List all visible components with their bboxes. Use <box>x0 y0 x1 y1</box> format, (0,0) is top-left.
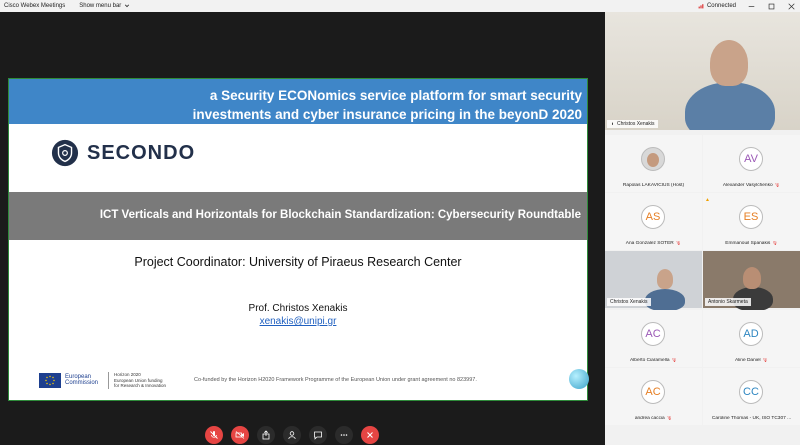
person-body <box>645 289 685 311</box>
avatar: AC <box>641 380 665 404</box>
chat-icon <box>314 431 322 440</box>
participant-name: Caroline Thomas - UK, ISO TC307 ... <box>711 416 792 421</box>
avatar: AC <box>641 322 665 346</box>
event-band: ICT Verticals and Horizontals for Blockc… <box>9 192 587 240</box>
participants-button[interactable] <box>283 426 301 444</box>
close-icon <box>367 432 373 438</box>
participants-panel: Christos Xenakis Rapolas LAKAVIČIUS (Hos… <box>605 12 800 445</box>
person-head <box>743 267 761 289</box>
participant-tile[interactable]: ▲ ES Emmanouil Spanakis 🎙 <box>703 193 800 250</box>
shield-lock-icon <box>51 139 79 167</box>
participant-name: andrea caccia 🎙 <box>634 416 673 421</box>
project-coordinator: Project Coordinator: University of Pirae… <box>134 255 462 269</box>
ec-line2: Commission <box>65 380 99 387</box>
chevron-down-icon <box>125 4 130 8</box>
avatar: AV <box>739 147 763 171</box>
participant-label: Antonio Skarmeta <box>705 298 751 306</box>
participant-video-tile[interactable]: Antonio Skarmeta <box>703 251 800 311</box>
avatar: AD <box>739 322 763 346</box>
microphone-off-icon <box>210 431 218 439</box>
shared-slide: a Security ECONomics service platform fo… <box>8 78 589 401</box>
warning-icon: ▲ <box>705 197 710 203</box>
leave-meeting-button[interactable] <box>361 426 379 444</box>
participant-tile[interactable]: AV Alexander Vasylchenko 🎙 <box>703 135 800 192</box>
avatar <box>641 147 665 171</box>
participant-video-tile[interactable]: Christos Xenakis <box>605 251 702 311</box>
slide-footer: European Commission Horizon 2020 Europea… <box>39 372 477 389</box>
minimize-icon <box>748 5 754 7</box>
video-button[interactable] <box>231 426 249 444</box>
participant-name: Emmanouil Spanakis 🎙 <box>725 241 778 246</box>
signal-icon <box>698 4 704 9</box>
title-bar: Cisco Webex Meetings Show menu bar Conne… <box>0 0 800 12</box>
menu-label: Show menu bar <box>79 3 122 9</box>
participant-tile[interactable]: Rapolas LAKAVIČIUS (Host) <box>605 135 702 192</box>
avatar: AS <box>641 205 665 229</box>
brand-name: SECONDO <box>87 141 196 164</box>
loading-orb-icon <box>569 369 589 389</box>
participant-name: Aline Daniel 🎙 <box>734 358 769 363</box>
h2020-line3: for Research & Innovation <box>114 383 167 388</box>
horizon-2020-text: Horizon 2020 European Union funding for … <box>108 372 166 389</box>
participant-tile[interactable]: AC Alberto Ciaramella 🎙 <box>605 310 702 367</box>
camera-off-icon <box>235 431 245 439</box>
participant-name: Ana Gonzalez SOTER 🎙 <box>625 241 682 246</box>
cofund-notice: Co-funded by the Horizon H2020 Framework… <box>194 377 477 384</box>
mute-button[interactable] <box>205 426 223 444</box>
participant-tile[interactable]: AC andrea caccia 🎙 <box>605 368 702 425</box>
meeting-controls <box>205 426 379 444</box>
maximize-button[interactable] <box>766 1 776 11</box>
ellipsis-icon <box>340 434 348 436</box>
share-icon <box>262 430 270 440</box>
connection-status[interactable]: Connected <box>698 3 736 9</box>
participant-name: Rapolas LAKAVIČIUS (Host) <box>622 183 685 188</box>
active-speaker-video[interactable]: Christos Xenakis <box>605 12 800 130</box>
share-button[interactable] <box>257 426 275 444</box>
active-speaker-label: Christos Xenakis <box>607 120 658 128</box>
shared-content-area: a Security ECONomics service platform fo… <box>0 12 605 445</box>
avatar: CC <box>739 380 763 404</box>
person-head <box>657 269 673 289</box>
participant-tile[interactable]: AS Ana Gonzalez SOTER 🎙 <box>605 193 702 250</box>
microphone-icon <box>612 122 613 125</box>
close-icon <box>787 2 795 10</box>
participant-name: Alexander Vasylchenko 🎙 <box>722 183 781 188</box>
european-commission-logo: European Commission <box>39 372 99 388</box>
close-button[interactable] <box>786 1 796 11</box>
participant-name: Alberto Ciaramella 🎙 <box>630 358 677 363</box>
secondo-logo: SECONDO <box>51 139 195 167</box>
minimize-button[interactable] <box>746 1 756 11</box>
slide-title-line2: investments and cyber insurance pricing … <box>192 107 582 122</box>
status-text: Connected <box>706 3 736 9</box>
person-icon <box>288 431 296 440</box>
participant-tile[interactable]: AD Aline Daniel 🎙 <box>703 310 800 367</box>
more-options-button[interactable] <box>335 426 353 444</box>
app-name: Cisco Webex Meetings <box>4 3 66 9</box>
speaker-body <box>685 82 775 130</box>
active-speaker-name: Christos Xenakis <box>617 121 655 127</box>
chat-button[interactable] <box>309 426 327 444</box>
slide-title-banner: a Security ECONomics service platform fo… <box>9 79 587 124</box>
maximize-icon <box>768 3 774 9</box>
presenter-name: Prof. Christos Xenakis <box>248 303 348 314</box>
participant-tile[interactable]: CC Caroline Thomas - UK, ISO TC307 ... <box>703 368 800 425</box>
show-menu-bar-button[interactable]: Show menu bar <box>79 3 130 9</box>
speaker-head <box>710 40 748 86</box>
slide-title-line1: a Security ECONomics service platform fo… <box>209 88 582 103</box>
participant-label: Christos Xenakis <box>607 298 651 306</box>
avatar: ES <box>739 205 763 229</box>
presenter-email: xenakis@unipi.gr <box>259 316 337 327</box>
eu-flag-icon <box>39 372 61 388</box>
